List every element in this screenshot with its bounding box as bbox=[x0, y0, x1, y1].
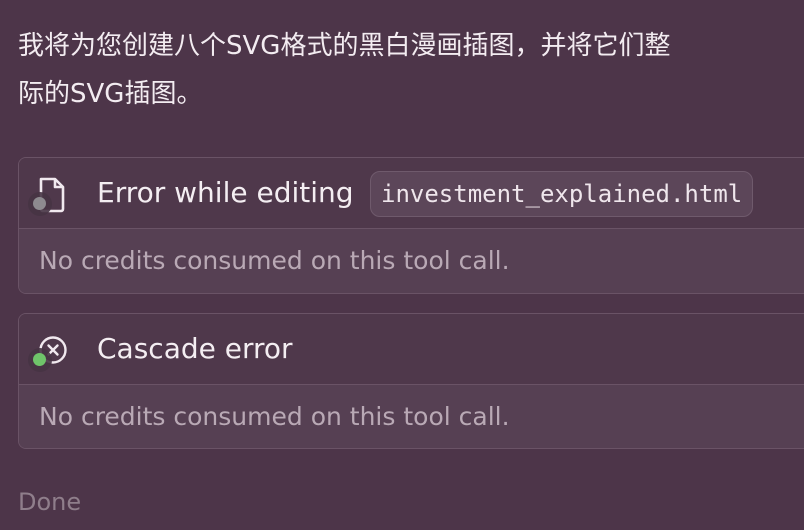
status-dot-green bbox=[33, 353, 46, 366]
tool-call-title: Error while editing bbox=[97, 176, 354, 209]
tool-call-header[interactable]: Cascade error bbox=[19, 314, 804, 385]
circle-x-icon bbox=[28, 333, 73, 373]
tool-call-body: No credits consumed on this tool call. bbox=[19, 229, 804, 293]
file-name-chip[interactable]: investment_explained.html bbox=[370, 171, 754, 217]
tool-call-credits-note: No credits consumed on this tool call. bbox=[39, 402, 510, 431]
tool-call-header[interactable]: Error while editing investment_explained… bbox=[19, 158, 804, 229]
file-icon bbox=[28, 177, 73, 217]
tool-call-body: No credits consumed on this tool call. bbox=[19, 385, 804, 448]
done-status: Done bbox=[18, 488, 82, 516]
status-dot-gray bbox=[33, 197, 46, 210]
status-indicator bbox=[28, 192, 52, 216]
message-line-1: 我将为您创建八个SVG格式的黑白漫画插图，并将它们整 bbox=[18, 31, 671, 61]
message-line-2: 际的SVG插图。 bbox=[18, 79, 203, 109]
tool-call-title: Cascade error bbox=[97, 332, 293, 365]
status-indicator bbox=[28, 348, 52, 372]
tool-call-credits-note: No credits consumed on this tool call. bbox=[39, 246, 510, 275]
tool-call-card-cascade-error[interactable]: Cascade error No credits consumed on thi… bbox=[18, 313, 804, 449]
tool-call-card-edit-error[interactable]: Error while editing investment_explained… bbox=[18, 157, 804, 294]
assistant-message: 我将为您创建八个SVG格式的黑白漫画插图，并将它们整 际的SVG插图。 bbox=[18, 22, 804, 118]
